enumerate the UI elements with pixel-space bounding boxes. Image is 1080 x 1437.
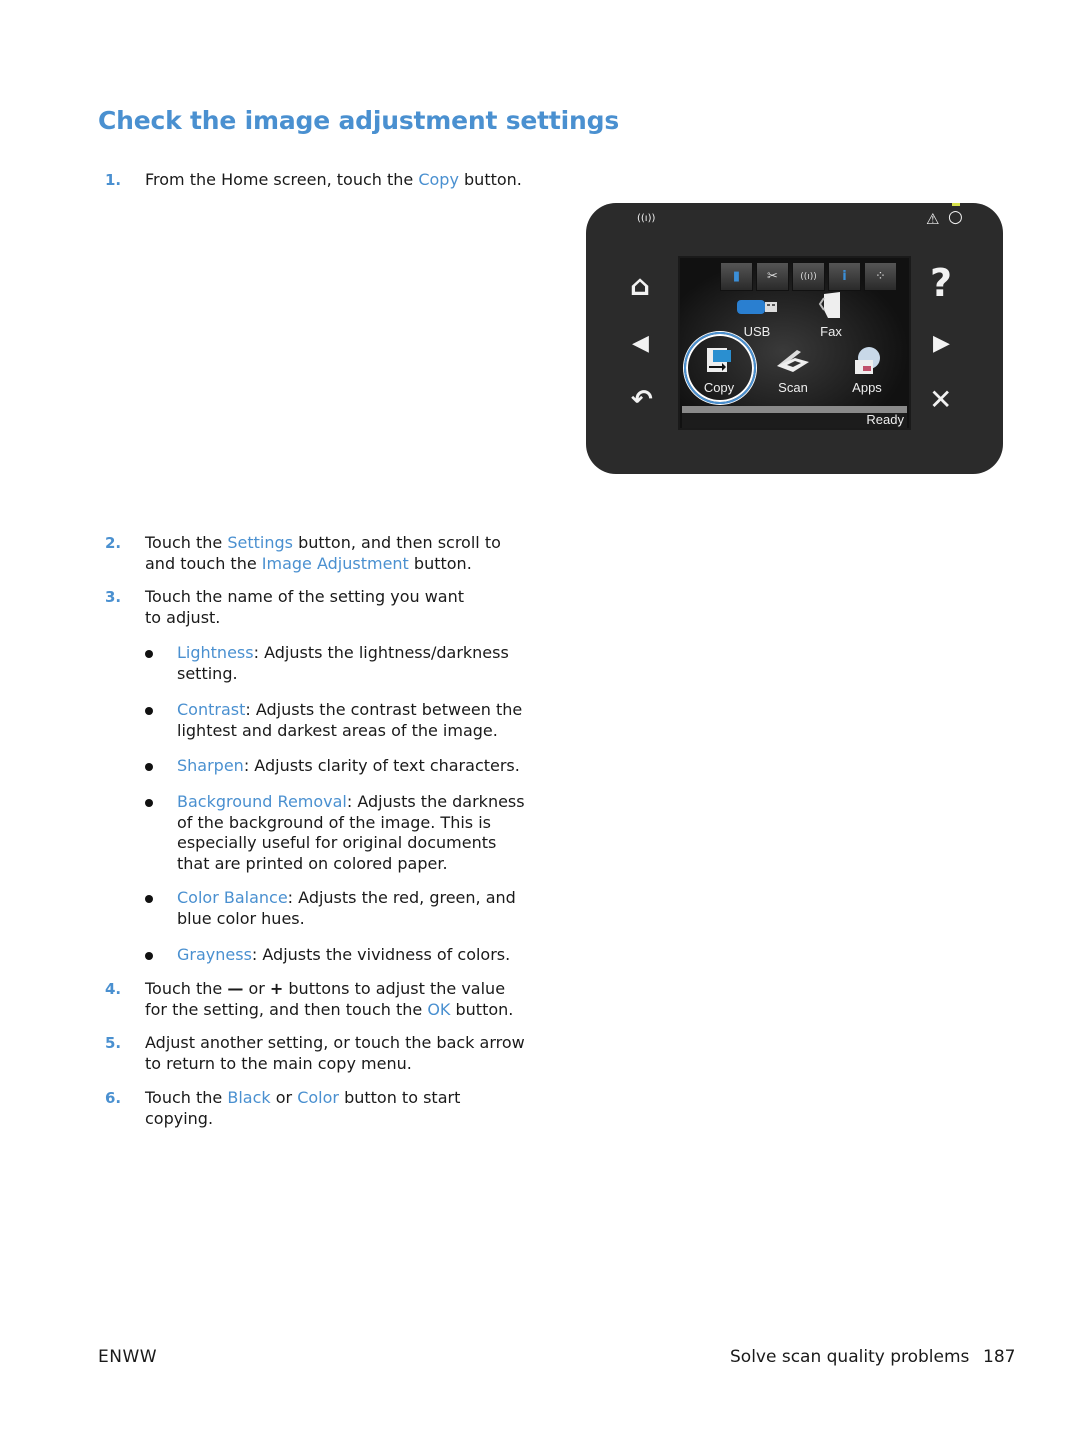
step-text: Touch the name of the setting you want t…	[145, 587, 465, 627]
image-adjustment-link: Image Adjustment	[261, 553, 409, 573]
fax-label: Fax	[820, 324, 842, 339]
ok-link: OK	[427, 999, 451, 1019]
bullet-dot	[145, 707, 153, 715]
home-icon[interactable]: ⌂	[630, 269, 650, 302]
bullet-dot	[145, 763, 153, 771]
copy-label: Copy	[703, 380, 735, 395]
step-text: or	[243, 979, 270, 998]
right-arrow-icon[interactable]: ▶	[933, 331, 950, 356]
settings-link: Settings	[227, 533, 293, 552]
apps-label: Apps	[852, 380, 882, 395]
web-services-icon[interactable]: ▮	[720, 262, 753, 291]
usb-icon	[737, 300, 777, 314]
wireless-icon: ((ı))	[637, 213, 656, 224]
screen-top-bar: ▮ ✂ ((ı)) i ⁘	[720, 262, 897, 291]
cancel-icon[interactable]: ✕	[929, 383, 952, 416]
step-text: or	[270, 1088, 298, 1107]
step-number: 3.	[105, 588, 122, 606]
fax-icon	[818, 292, 840, 318]
step-text: Touch the	[145, 1088, 228, 1107]
scan-app[interactable]: Scan	[768, 346, 818, 395]
setting-name: Color Balance	[177, 888, 288, 907]
step-number: 6.	[105, 1089, 122, 1107]
minus-symbol: —	[227, 979, 244, 998]
copy-icon	[707, 348, 731, 372]
warning-icon: ⚠	[926, 210, 940, 228]
step-text: button.	[450, 999, 514, 1019]
step-text: Adjust another setting, or touch the bac…	[145, 1033, 525, 1073]
setting-name: Contrast	[177, 700, 246, 719]
page-number: 187	[983, 1347, 1016, 1367]
supplies-icon[interactable]: ⁘	[864, 262, 897, 291]
step-number: 1.	[105, 171, 122, 189]
step-number: 2.	[105, 534, 122, 552]
plus-symbol: +	[269, 979, 284, 998]
bullet-dot	[145, 650, 153, 658]
step-number: 5.	[105, 1034, 122, 1052]
usb-app[interactable]: USB	[732, 294, 782, 339]
bullet-dot	[145, 799, 153, 807]
help-icon[interactable]: ?	[930, 261, 952, 305]
setting-name: Background Removal	[177, 792, 347, 811]
power-icon[interactable]: ○	[948, 207, 963, 227]
status-bar: Ready	[682, 406, 907, 428]
setting-name: Sharpen	[177, 756, 244, 775]
wireless-status-icon[interactable]: ((ı))	[792, 262, 825, 291]
setting-name: Grayness	[177, 945, 252, 964]
setting-desc: : Adjusts the vividness of colors.	[251, 945, 511, 964]
step-text: Touch the	[145, 533, 228, 552]
setting-desc: : Adjusts clarity of text characters.	[243, 756, 520, 775]
status-text: Ready	[866, 412, 904, 427]
touchscreen: ▮ ✂ ((ı)) i ⁘ USB Fax Copy Scan Apps Rea…	[678, 256, 911, 430]
status-led	[952, 203, 960, 206]
usb-label: USB	[743, 324, 771, 339]
scan-label: Scan	[778, 380, 808, 395]
printer-control-panel: ((ı)) ⚠ ○ ⌂ ◀ ↶ ? ▶ ✕ ▮ ✂ ((ı)) i ⁘ USB	[586, 203, 1003, 474]
step-text: Touch the	[145, 979, 228, 998]
copy-link: Copy	[418, 170, 459, 189]
step-number: 4.	[105, 980, 122, 998]
back-icon[interactable]: ↶	[631, 385, 653, 415]
footer-section: Solve scan quality problems	[730, 1347, 970, 1367]
bullet-dot	[145, 895, 153, 903]
bullet-dot	[145, 952, 153, 960]
step-text: button.	[458, 170, 522, 189]
page-title: Check the image adjustment settings	[98, 106, 620, 135]
scan-icon	[777, 350, 809, 372]
left-arrow-icon[interactable]: ◀	[632, 331, 649, 356]
info-icon[interactable]: i	[828, 262, 861, 291]
color-link: Color	[297, 1088, 339, 1107]
step-text: From the Home screen, touch the	[145, 170, 419, 189]
apps-app[interactable]: Apps	[842, 346, 892, 395]
setup-icon[interactable]: ✂	[756, 262, 789, 291]
fax-app[interactable]: Fax	[806, 290, 856, 339]
footer-locale: ENWW	[98, 1347, 158, 1367]
step-text: button.	[408, 553, 472, 573]
apps-icon	[855, 347, 880, 374]
copy-app[interactable]: Copy	[694, 346, 744, 395]
black-link: Black	[227, 1088, 271, 1107]
setting-name: Lightness	[177, 643, 254, 662]
